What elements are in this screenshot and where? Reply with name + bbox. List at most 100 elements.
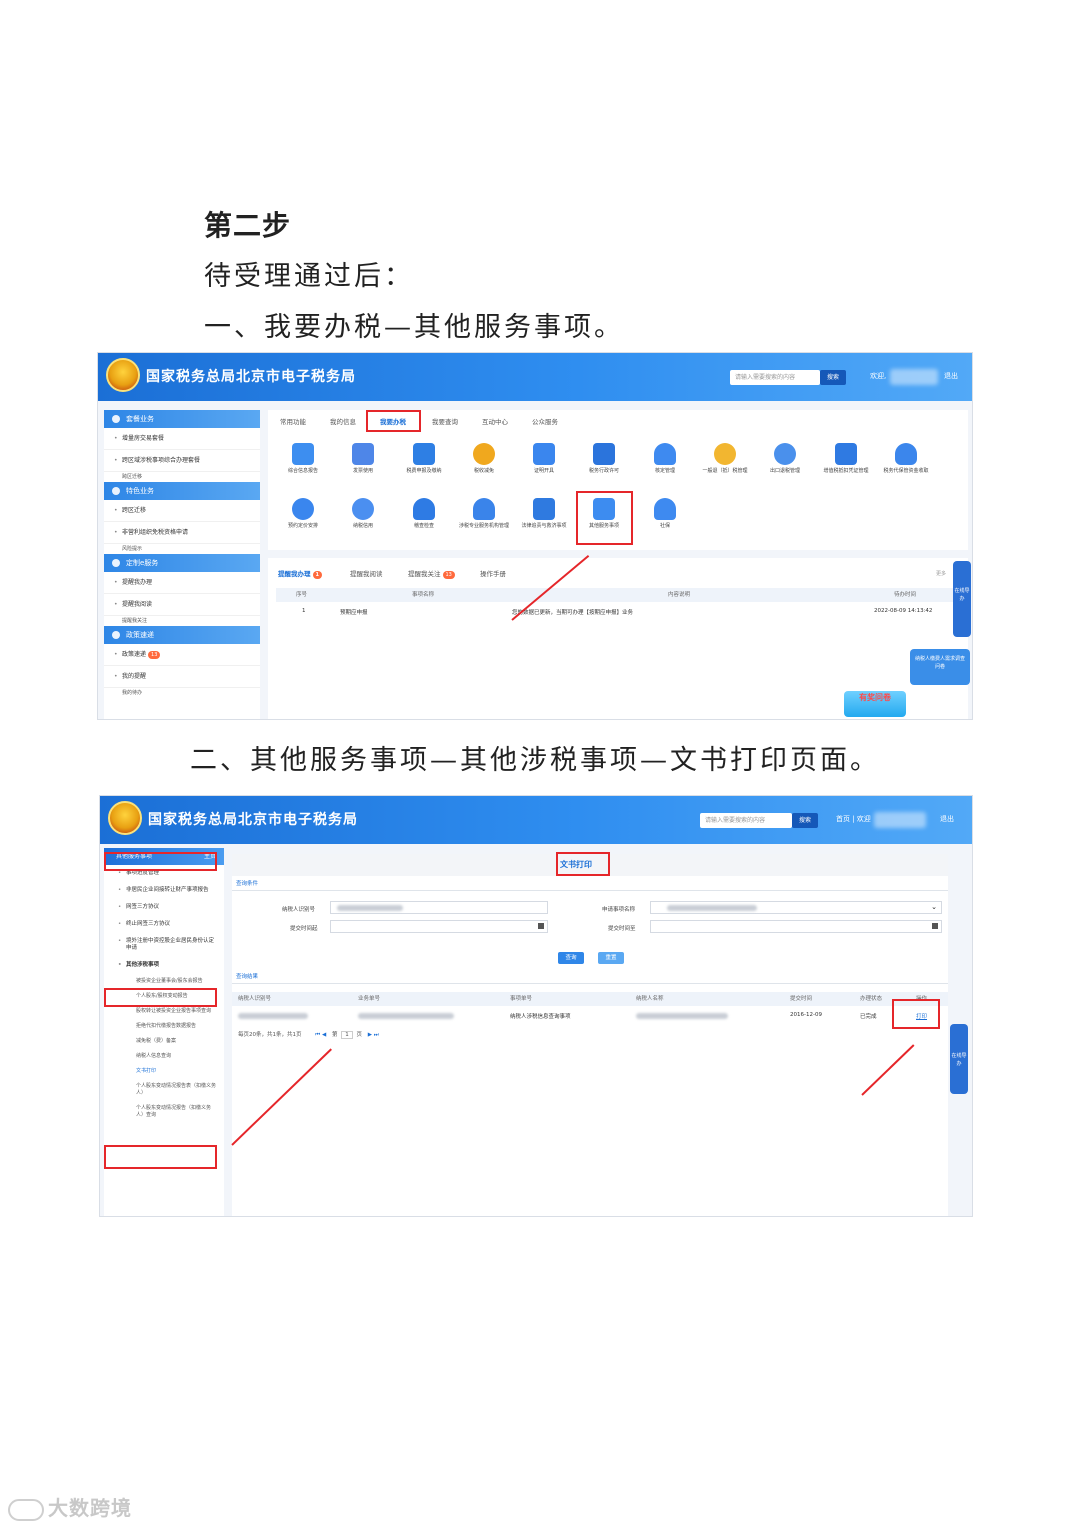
reset-button[interactable]: 重置 [598, 952, 624, 964]
icon-tile[interactable]: 涉税专业服务机构管理 [459, 498, 509, 530]
tab-public-service[interactable]: 公众服务 [532, 416, 558, 426]
highlight-tab-box [366, 410, 421, 432]
sidebar-item[interactable]: 非居民企业间接转让财产事项报告 [104, 882, 224, 899]
tab-my-info[interactable]: 我的信息 [330, 416, 356, 426]
sidebar-item[interactable]: 跨区域涉税事项综合办理套餐 [104, 450, 260, 472]
sidebar-item[interactable]: 风险提示 [104, 544, 260, 554]
highlight-title-box [556, 852, 610, 876]
welcome-text: 欢迎, [870, 372, 887, 380]
search-button[interactable]: 搜索 [820, 370, 846, 385]
page-number-input[interactable]: 1 [341, 1031, 353, 1039]
watermark: 大数跨境 [8, 1492, 132, 1521]
sidebar-item[interactable]: 我的提醒 [104, 666, 260, 688]
home-welcome-links[interactable]: 首页 | 欢迎 [836, 814, 871, 824]
icon-tile[interactable]: 纳税信用 [338, 498, 388, 530]
highlight-document-print-box [104, 1145, 217, 1169]
sidebar-group-policy[interactable]: 政策速递 [104, 626, 260, 644]
sidebar-item[interactable]: 终止网签三方协议 [104, 916, 224, 933]
screenshot-etax-home: 国家税务总局北京市电子税务局 请输入需要搜索的内容 搜索 欢迎, 退出 套餐业务… [97, 352, 973, 720]
sidebar-subitem[interactable]: 纳税人信息查询 [104, 1049, 224, 1064]
pager-first-prev-icon[interactable]: ⏮ ◀ [315, 1032, 326, 1038]
pager-next-last-icon[interactable]: ▶ ⏭ [368, 1032, 379, 1038]
main-content: 文书打印 查询条件 纳税人识别号 申请事项名称 ⌄ 提交时间起 提交时间至 查询… [232, 852, 948, 1216]
sidebar-item[interactable]: 我的待办 [104, 688, 260, 698]
sidebar-subitem[interactable]: 被投资企业董事会/股东会报告 [104, 974, 224, 989]
sidebar-item-other-tax[interactable]: 其他涉税事项 [104, 957, 224, 974]
sidebar-item[interactable]: 提醒我关注 [104, 616, 260, 626]
logout-link[interactable]: 退出 [944, 371, 958, 381]
gavel-icon [533, 498, 555, 520]
step-heading: 第二步 [204, 209, 292, 242]
person-icon [654, 443, 676, 465]
sidebar-group-custom[interactable]: 定制e服务 [104, 554, 260, 572]
time-to-field[interactable] [650, 920, 942, 933]
highlight-other-services-box [576, 491, 633, 545]
sidebar-group-package[interactable]: 套餐业务 [104, 410, 260, 428]
calendar-icon [538, 923, 544, 929]
blurred-username [890, 369, 938, 385]
time-from-label: 提交时间起 [290, 926, 318, 932]
certificate-icon [533, 443, 555, 465]
icon-tile[interactable]: 增值税抵扣凭证管理 [821, 443, 871, 475]
sidebar-group-special[interactable]: 特色业务 [104, 482, 260, 500]
sidebar-subitem[interactable]: 拒绝代扣代缴报告数据报告 [104, 1019, 224, 1034]
sidebar-item[interactable]: 提醒我办理 [104, 572, 260, 594]
logout-link[interactable]: 退出 [940, 814, 954, 824]
sidebar-item[interactable]: 非营利组织免税资格申请 [104, 522, 260, 544]
icon-tile[interactable]: 税收减免 [459, 443, 509, 475]
taxid-field[interactable] [330, 901, 548, 914]
icon-tile[interactable]: 出口退税管理 [760, 443, 810, 475]
site-banner: 国家税务总局北京市电子税务局 请输入需要搜索的内容 搜索 欢迎, 退出 [98, 353, 972, 401]
tab-remind-follow[interactable]: 提醒我关注 13 [408, 568, 455, 579]
item-name-label: 申请事项名称 [602, 907, 636, 913]
icon-tile[interactable]: 法律追责与救济事项 [519, 498, 569, 530]
item-name-select[interactable]: ⌄ [650, 901, 942, 914]
tab-query[interactable]: 我要查询 [432, 416, 458, 426]
time-from-field[interactable] [330, 920, 548, 933]
tab-manual[interactable]: 操作手册 [480, 568, 506, 578]
icon-tile[interactable]: 证明开具 [519, 443, 569, 475]
sidebar-item[interactable]: 跨区迁移 [104, 472, 260, 482]
divider [232, 890, 948, 891]
more-link[interactable]: 更多 [936, 570, 946, 577]
tab-interaction[interactable]: 互动中心 [482, 416, 508, 426]
search-input[interactable]: 请输入需要搜索的内容 [730, 370, 820, 385]
credit-icon [352, 498, 374, 520]
sidebar-item[interactable]: 网签三方协议 [104, 899, 224, 916]
sidebar-subitem[interactable]: 减免税（费）备案 [104, 1034, 224, 1049]
sidebar-subitem-document-print[interactable]: 文书打印 [104, 1064, 224, 1079]
search-input[interactable]: 请输入需要搜索的内容 [700, 813, 792, 828]
tab-remind-read[interactable]: 提醒我阅读 [350, 568, 383, 578]
invoice-icon [352, 443, 374, 465]
sidebar-item[interactable]: 政策速递13 [104, 644, 260, 666]
sidebar-item[interactable]: 提醒我阅读 [104, 594, 260, 616]
site-title: 国家税务总局北京市电子税务局 [146, 369, 356, 385]
icon-tile[interactable]: 税务代保管资金收取 [881, 443, 931, 475]
agency-icon [473, 498, 495, 520]
tab-common[interactable]: 常用功能 [280, 416, 306, 426]
icon-tile[interactable]: 发票使用 [338, 443, 388, 475]
voucher-icon [835, 443, 857, 465]
icon-tile[interactable]: 社保 [640, 498, 690, 530]
icon-tile[interactable]: 税费申报及缴纳 [399, 443, 449, 475]
online-guide-float[interactable]: 在线导办 [953, 561, 971, 637]
sidebar-subitem[interactable]: 个人股东变动情况报告（扣缴义务人）查询 [104, 1101, 224, 1123]
online-guide-float[interactable]: 在线导办 [950, 1024, 968, 1094]
icon-tile[interactable]: 核定管理 [640, 443, 690, 475]
icon-tile[interactable]: 税务行政许可 [579, 443, 629, 475]
sidebar-item[interactable]: 跨区迁移 [104, 500, 260, 522]
query-button[interactable]: 查询 [558, 952, 584, 964]
instruction-line-1: 待受理通过后： [204, 261, 414, 292]
sidebar-item[interactable]: 境外注册中资控股企业居民身份认定申请 [104, 933, 224, 957]
icon-tile[interactable]: 一般退（抵）税管理 [700, 443, 750, 475]
icon-tile[interactable]: 预约定价安排 [278, 498, 328, 530]
survey-float[interactable]: 纳税人缴费人需求调查问卷 [910, 649, 970, 685]
result-table-row[interactable]: 纳税人涉税信息查询事项 2016-12-09 已完成 打印 [232, 1010, 948, 1024]
tab-remind-handle[interactable]: 提醒我办理 1 [278, 568, 322, 579]
search-button[interactable]: 搜索 [792, 813, 818, 828]
icon-tile[interactable]: 稽查检查 [399, 498, 449, 530]
icon-tile[interactable]: 综合信息报告 [278, 443, 328, 475]
promo-banner[interactable]: 有奖问卷 [844, 691, 906, 717]
sidebar-subitem[interactable]: 个人股东变动情况报告表（扣缴义务人） [104, 1079, 224, 1101]
sidebar-item[interactable]: 增量房交易套餐 [104, 428, 260, 450]
